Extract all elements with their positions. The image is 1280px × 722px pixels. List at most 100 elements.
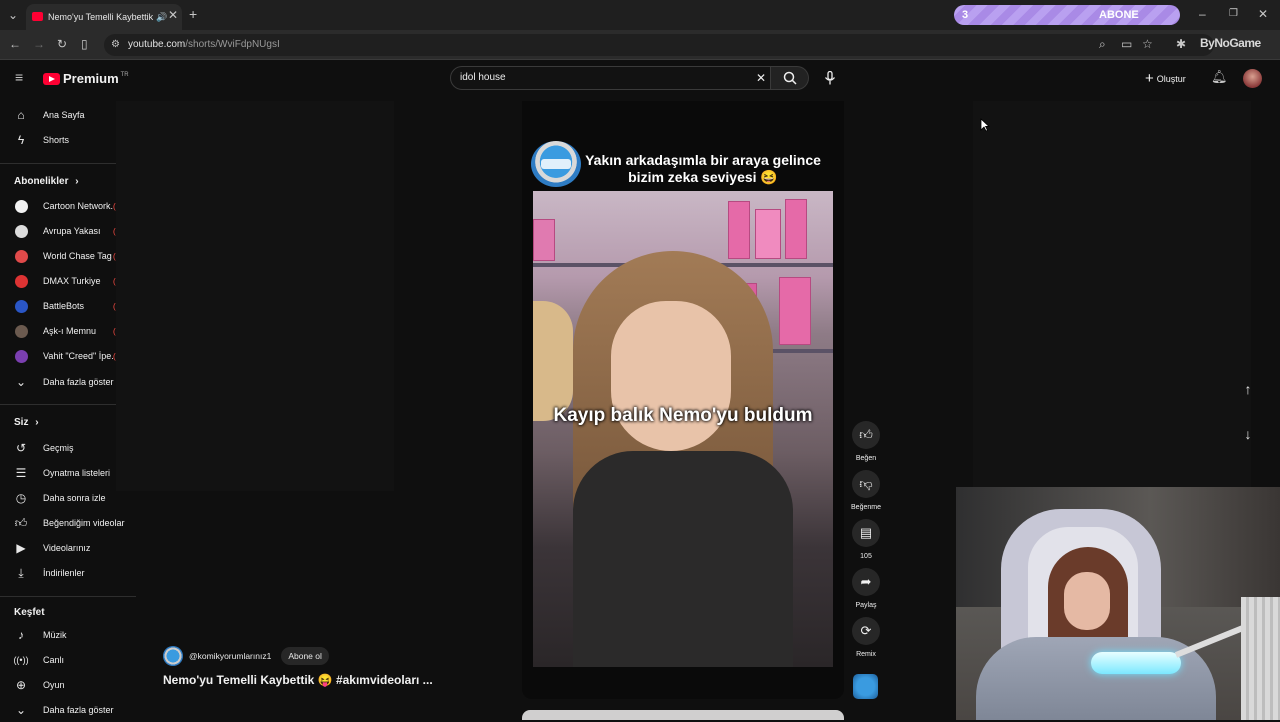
- radiator: [1241, 597, 1280, 720]
- mouse-cursor-icon: [980, 118, 990, 132]
- browser-tab[interactable]: Nemo'yu Temelli Kaybettik 🔊: [26, 4, 182, 30]
- mic-icon: [824, 71, 836, 85]
- new-tab-icon[interactable]: +: [189, 7, 197, 21]
- download-icon: ⤓: [18, 565, 24, 580]
- music-icon: ♪: [18, 628, 24, 642]
- subscribe-button[interactable]: Abone ol: [281, 647, 329, 665]
- you-header[interactable]: Siz ›: [14, 417, 39, 428]
- window-close-icon[interactable]: ✕: [1258, 8, 1268, 20]
- voice-search-button[interactable]: [819, 67, 841, 89]
- menu-icon[interactable]: ≡: [15, 70, 23, 84]
- logo-region: TR: [120, 71, 129, 78]
- channel-avatar[interactable]: [163, 646, 183, 666]
- sidebar-item-label: Geçmiş: [43, 443, 74, 453]
- share-button[interactable]: ➦ Paylaş: [851, 568, 881, 609]
- short-title: Nemo'yu Temelli Kaybettik 😝 #akımvideola…: [163, 673, 433, 687]
- search-value: idol house: [460, 72, 506, 83]
- forward-icon[interactable]: →: [33, 38, 45, 50]
- search-clear-icon[interactable]: ✕: [756, 67, 766, 89]
- share-label: Paylaş: [855, 602, 877, 609]
- channel-avatar: [15, 274, 28, 288]
- zoom-icon[interactable]: ⌕: [1099, 38, 1106, 50]
- sidebar-item-label: Shorts: [43, 135, 70, 145]
- right-ambient-panel: [973, 101, 1251, 491]
- gamepad-icon: ⊕: [15, 678, 27, 692]
- account-avatar[interactable]: [1243, 69, 1262, 88]
- back-icon[interactable]: ←: [9, 38, 21, 50]
- create-label: Oluştur: [1156, 73, 1186, 84]
- notifications-bell-icon[interactable]: 🔔︎: [1211, 70, 1228, 83]
- sidebar-item-downloads[interactable]: ⤓ İndirilenler: [0, 561, 136, 585]
- extensions-icon[interactable]: ✱: [1176, 38, 1186, 50]
- history-icon: ↺: [15, 441, 27, 455]
- streamer-face: [1064, 572, 1110, 630]
- comments-button[interactable]: ▤ 105: [851, 519, 881, 560]
- restore-icon[interactable]: ❐: [1229, 8, 1238, 20]
- shorts-icon: ϟ: [17, 133, 25, 147]
- remix-button[interactable]: ⟳ Remix: [851, 617, 881, 658]
- dislike-button[interactable]: 👎︎ Beğenme: [851, 470, 881, 511]
- sidebar-item-music[interactable]: ♪ Müzik: [0, 623, 136, 647]
- channel-avatar: [15, 199, 28, 213]
- sidebar-item-label: Oynatma listeleri: [43, 468, 111, 478]
- like-button[interactable]: 👍︎ Beğen: [851, 421, 881, 462]
- minimize-icon[interactable]: –: [1199, 8, 1206, 20]
- tab-audio-icon[interactable]: 🔊: [156, 12, 167, 23]
- bookmark-star-icon[interactable]: ☆: [1142, 38, 1153, 50]
- next-short-preview[interactable]: [522, 710, 844, 720]
- channel-handle[interactable]: @komikyorumlarınız1: [189, 651, 271, 661]
- youtube-favicon-icon: [32, 12, 43, 21]
- you-title: Siz: [14, 417, 29, 428]
- toy-box: [755, 209, 781, 259]
- clock-icon: ◷: [15, 491, 27, 505]
- channel-avatar: [15, 324, 28, 338]
- sidebar-item-label: Aşk-ı Memnu: [43, 326, 97, 336]
- sidebar-item-liked[interactable]: 👍︎ Beğendiğim videolar: [0, 511, 136, 535]
- playlist-icon: ☰: [15, 466, 27, 480]
- channel-avatar: [15, 349, 28, 363]
- toy-box: [728, 201, 750, 259]
- browser-tab-bar: ⌄ Nemo'yu Temelli Kaybettik 🔊 ✕ + 3 ABON…: [0, 0, 1280, 30]
- split-view-icon[interactable]: ▯: [81, 38, 88, 50]
- sound-channel-avatar[interactable]: [853, 674, 878, 699]
- microphone: [1091, 652, 1181, 674]
- tab-close-icon[interactable]: ✕: [168, 9, 178, 21]
- site-info-icon[interactable]: ⚙: [111, 34, 120, 56]
- video-icon: ▶: [16, 541, 26, 555]
- search-input[interactable]: idol house ✕: [450, 66, 771, 90]
- url-host: youtube.com: [128, 39, 186, 50]
- cast-icon[interactable]: ▭: [1121, 38, 1132, 50]
- tab-title: Nemo'yu Temelli Kaybettik: [48, 12, 154, 22]
- subscriptions-header[interactable]: Abonelikler ›: [14, 176, 79, 187]
- thumb-down-icon: 👎︎: [852, 470, 880, 498]
- sidebar-item-label: Daha fazla göster: [43, 705, 114, 715]
- search-button[interactable]: [771, 66, 809, 90]
- remix-icon: ⟳: [852, 617, 880, 645]
- thumb-up-icon: 👍︎: [852, 421, 880, 449]
- dislike-label: Beğenme: [851, 504, 881, 511]
- video-frame[interactable]: [533, 191, 833, 667]
- video-caption: Kayıp balık Nemo'yu buldum: [553, 405, 813, 426]
- tab-search-icon[interactable]: ⌄: [8, 9, 18, 21]
- sidebar-item-gaming[interactable]: ⊕ Oyun: [0, 673, 136, 697]
- short-overlay-title: Yakın arkadaşımla bir araya gelince bizi…: [585, 152, 821, 185]
- comment-count: 105: [860, 553, 872, 560]
- sidebar-show-more[interactable]: ⌄ Daha fazla göster: [0, 698, 136, 722]
- youtube-logo[interactable]: Premium TR: [43, 71, 129, 86]
- sidebar-item-live[interactable]: ((•)) Canlı: [0, 648, 136, 672]
- create-button[interactable]: + Oluştur: [1145, 70, 1186, 87]
- extension-logo-text: ByNoGame: [1200, 36, 1261, 50]
- previous-short-arrow-icon[interactable]: ↑: [1238, 381, 1258, 401]
- reload-icon[interactable]: ↻: [57, 38, 67, 50]
- chevron-right-icon: ›: [75, 176, 79, 187]
- thumb-up-icon: 👍︎: [14, 515, 28, 530]
- sidebar-item-your-videos[interactable]: ▶ Videolarınız: [0, 536, 136, 560]
- sidebar-item-label: DMAX Turkiye: [43, 276, 101, 286]
- next-short-arrow-icon[interactable]: ↓: [1238, 426, 1258, 446]
- url-field[interactable]: ⚙ youtube.com/shorts/WviFdpNUgsI: [104, 34, 1214, 56]
- sidebar-item-label: BattleBots: [43, 301, 85, 311]
- remix-label: Remix: [856, 651, 876, 658]
- abone-label: ABONE: [1099, 9, 1139, 21]
- plus-icon: +: [1145, 70, 1154, 87]
- home-icon: ⌂: [17, 108, 25, 122]
